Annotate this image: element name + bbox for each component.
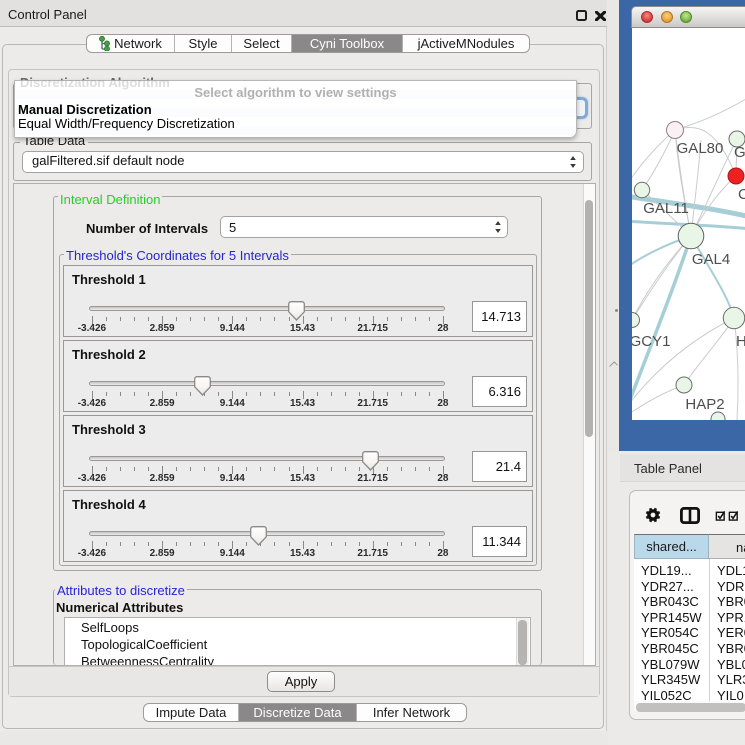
svg-text:HAP2: HAP2 (685, 396, 724, 413)
svg-text:GAL80: GAL80 (677, 140, 724, 157)
svg-text:GCY1: GCY1 (632, 333, 670, 350)
svg-text:GAL4: GAL4 (692, 251, 730, 268)
svg-text:H: H (736, 333, 745, 350)
svg-text:GA: GA (734, 144, 745, 161)
svg-text:GAL11: GAL11 (643, 200, 689, 217)
svg-text:C: C (738, 186, 745, 203)
